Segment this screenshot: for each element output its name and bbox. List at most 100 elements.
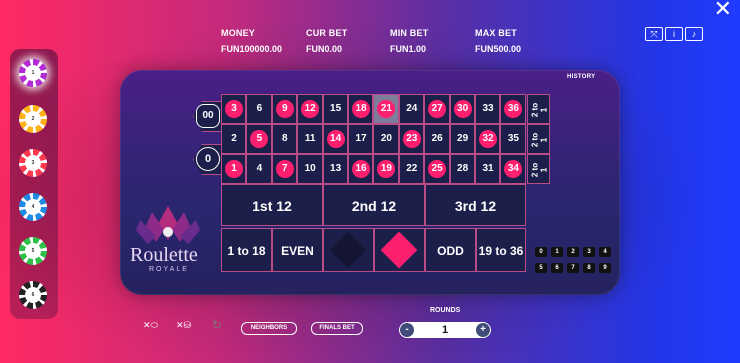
chip-value: 6	[25, 287, 41, 303]
number-label: 27	[428, 100, 447, 118]
number-label: 8	[282, 133, 288, 144]
finals-bet-button[interactable]: FINALS BET	[311, 322, 363, 335]
last-number-6: 6	[551, 263, 563, 273]
last-number-0: 0	[535, 247, 547, 257]
undo-icon[interactable]: ↻	[212, 318, 222, 332]
bet-even[interactable]: EVEN	[272, 228, 323, 272]
number-cell-11[interactable]: 11	[297, 124, 323, 154]
number-cell-8[interactable]: 8	[271, 124, 298, 154]
number-cell-19[interactable]: 19	[373, 154, 399, 184]
dozen-3rd[interactable]: 3rd 12	[425, 184, 526, 226]
column-bet-bottom[interactable]: 2 to 1	[527, 154, 550, 184]
chip-4[interactable]: 4	[19, 193, 47, 221]
column-bet-top[interactable]: 2 to 1	[527, 94, 550, 124]
number-cell-21[interactable]: 21	[373, 94, 399, 124]
chip-value: 2	[25, 111, 41, 127]
number-label: 17	[355, 133, 367, 144]
number-cell-9[interactable]: 9	[271, 94, 298, 124]
stat-label: MONEY	[221, 28, 256, 38]
chip-1[interactable]: 1	[19, 59, 47, 87]
stat-value: FUN1.00	[390, 44, 427, 54]
number-cell-7[interactable]: 7	[271, 154, 298, 184]
number-cell-32[interactable]: 32	[475, 124, 501, 154]
last-number-1: 1	[551, 247, 563, 257]
close-icon[interactable]: ✕	[714, 0, 732, 20]
neighbors-button[interactable]: NEIGHBORS	[241, 322, 297, 335]
stat-min-bet: MIN BET FUN1.00	[390, 28, 428, 54]
rounds-value[interactable]: 1	[417, 322, 473, 338]
number-cell-33[interactable]: 33	[475, 94, 501, 124]
number-label: 6	[256, 103, 263, 114]
number-label: 25	[428, 160, 447, 178]
rounds-minus-button[interactable]: -	[400, 323, 414, 337]
rounds-plus-button[interactable]: +	[476, 323, 490, 337]
fullscreen-icon[interactable]: ⤧	[645, 27, 663, 41]
number-label: 13	[330, 163, 342, 174]
bet-odd[interactable]: ODD	[425, 228, 476, 272]
number-cell-15[interactable]: 15	[322, 94, 348, 124]
number-cell-24[interactable]: 24	[398, 94, 425, 124]
number-label: 15	[330, 103, 342, 114]
info-icon[interactable]: i	[665, 27, 683, 41]
number-cell-36[interactable]: 36	[500, 94, 526, 124]
number-cell-12[interactable]: 12	[297, 94, 323, 124]
clear-all-icon[interactable]: ✕⛁	[176, 320, 191, 331]
number-cell-28[interactable]: 28	[449, 154, 475, 184]
bet-1-to-18[interactable]: 1 to 18	[221, 228, 272, 272]
number-cell-6[interactable]: 6	[246, 94, 272, 124]
number-label: 31	[482, 163, 494, 174]
number-label: 10	[304, 163, 316, 174]
number-label: 4	[256, 163, 263, 174]
number-cell-34[interactable]: 34	[500, 154, 526, 184]
number-cell-2[interactable]: 2	[221, 124, 247, 154]
number-label: 32	[479, 130, 497, 148]
dozen-1st[interactable]: 1st 12	[221, 184, 323, 226]
number-cell-25[interactable]: 25	[424, 154, 450, 184]
stat-value: FUN0.00	[306, 44, 343, 54]
number-label: 5	[250, 130, 269, 148]
last-number-2: 2	[567, 247, 579, 257]
dozen-2nd[interactable]: 2nd 12	[323, 184, 425, 226]
number-cell-20[interactable]: 20	[373, 124, 399, 154]
number-cell-4[interactable]: 4	[246, 154, 272, 184]
number-cell-3[interactable]: 3	[221, 94, 247, 124]
number-label: 3	[225, 100, 243, 118]
sound-icon[interactable]: ♪	[685, 27, 703, 41]
number-cell-14[interactable]: 14	[322, 124, 348, 154]
number-label: 7	[275, 160, 294, 178]
number-cell-30[interactable]: 30	[449, 94, 475, 124]
number-label: 14	[326, 130, 345, 148]
number-cell-35[interactable]: 35	[500, 124, 526, 154]
number-label: 12	[301, 100, 320, 118]
number-cell-23[interactable]: 23	[398, 124, 425, 154]
chip-5[interactable]: 5	[19, 237, 47, 265]
chip-3[interactable]: 3	[19, 149, 47, 177]
chip-value: 3	[25, 155, 41, 171]
chip-2[interactable]: 2	[19, 105, 47, 133]
number-label: 11	[304, 133, 316, 144]
number-cell-13[interactable]: 13	[322, 154, 348, 184]
number-cell-10[interactable]: 10	[297, 154, 323, 184]
column-bet-middle[interactable]: 2 to 1	[527, 124, 550, 154]
last-number-3: 3	[583, 247, 595, 257]
number-cell-18[interactable]: 18	[348, 94, 374, 124]
clear-bets-icon[interactable]: ✕⬭	[143, 320, 158, 331]
chip-6[interactable]: 6	[19, 281, 47, 309]
roulette-royale-logo: Roulette ROYALE	[126, 202, 210, 282]
number-cell-26[interactable]: 26	[424, 124, 450, 154]
number-label: 22	[406, 163, 418, 174]
number-cell-17[interactable]: 17	[348, 124, 374, 154]
number-cell-1[interactable]: 1	[221, 154, 247, 184]
number-cell-16[interactable]: 16	[348, 154, 374, 184]
number-grid: 3 6 9 12 15 18 21 24 27 30 33 36 2 5 8 11 14 17 20 23 26 29 32…	[221, 94, 526, 184]
zero-single-label: 0	[196, 147, 220, 171]
number-cell-22[interactable]: 22	[398, 154, 425, 184]
bet-19-to-36[interactable]: 19 to 36	[476, 228, 526, 272]
number-cell-31[interactable]: 31	[475, 154, 501, 184]
number-cell-5[interactable]: 5	[246, 124, 272, 154]
number-label: 19	[377, 160, 396, 178]
history-label[interactable]: HISTORY	[567, 74, 595, 80]
chip-value: 5	[25, 243, 41, 259]
number-cell-29[interactable]: 29	[449, 124, 475, 154]
number-cell-27[interactable]: 27	[424, 94, 450, 124]
